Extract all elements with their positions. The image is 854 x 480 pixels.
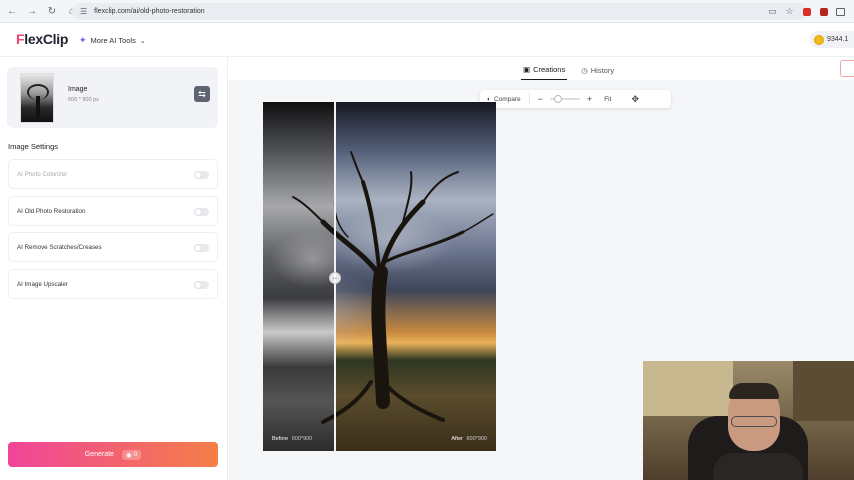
coin-icon [814, 34, 824, 45]
zoom-slider-knob[interactable] [553, 95, 562, 103]
compare-label: Compare [493, 95, 521, 103]
credits-value: 9344.1 [827, 36, 849, 43]
image-title: Image [68, 86, 88, 93]
credit-cost-icon: ◉ [125, 451, 132, 459]
view-tabs: ▣ Creations ◷ History [521, 62, 616, 80]
before-label-text: Before [272, 436, 289, 442]
flexclip-logo[interactable]: FlexClip [16, 31, 68, 47]
move-icon[interactable]: ✥ [631, 94, 639, 105]
setting-label: AI Photo Colorizer [17, 171, 68, 178]
credits-badge[interactable]: 9344.1 [810, 31, 854, 48]
extension-red-icon[interactable] [801, 6, 812, 17]
comparison-handle-icon[interactable]: ↔ [329, 272, 341, 284]
setting-ai-old-photo-restoration: AI Old Photo Restoration [8, 196, 218, 226]
webcam-overlay [643, 361, 854, 480]
toggle-switch[interactable] [194, 208, 209, 216]
setting-label: AI Image Upscaler [17, 281, 68, 288]
url-text: flexclip.com/ai/old-photo-restoration [94, 8, 205, 15]
install-icon[interactable]: ▭ [767, 6, 778, 17]
chevron-down-icon: ⌄ [139, 37, 146, 45]
zoom-slider[interactable] [549, 95, 580, 103]
image-settings-title: Image Settings [8, 142, 59, 151]
address-bar[interactable]: ☰ flexclip.com/ai/old-photo-restoration [72, 3, 808, 20]
site-settings-icon[interactable]: ☰ [80, 7, 87, 16]
after-dims: 600*900 [466, 436, 488, 442]
sparkle-icon: ✦ [79, 35, 87, 45]
fit-button[interactable]: Fit [604, 96, 611, 103]
setting-ai-image-upscaler: AI Image Upscaler [8, 269, 218, 299]
tab-label: History [590, 65, 615, 75]
setting-ai-remove-scratches: AI Remove Scratches/Creases [8, 232, 218, 262]
window-icon[interactable] [835, 6, 846, 17]
credit-cost-value: 0 [133, 451, 138, 458]
creations-icon: ▣ [523, 65, 531, 74]
tree-illustration [292, 151, 494, 424]
left-panel: Image 600 * 900 px ⇆ Image Settings AI P… [0, 57, 228, 480]
zoom-out-button[interactable]: − [538, 94, 543, 104]
zoom-in-button[interactable]: + [587, 94, 592, 104]
webcam-background-wall [793, 361, 854, 421]
back-icon[interactable]: ← [4, 3, 20, 19]
tab-creations[interactable]: ▣ Creations [521, 62, 568, 80]
image-card: Image 600 * 900 px ⇆ [7, 67, 218, 128]
after-label: After 600*900 [451, 436, 487, 442]
generate-button[interactable]: Generate ◉ 0 [8, 442, 218, 467]
preview-toolbar: ◐ Compare − + Fit ✥ [480, 90, 671, 108]
generate-label: Generate [84, 451, 114, 458]
star-icon[interactable]: ☆ [784, 6, 795, 17]
history-icon: ◷ [581, 65, 588, 75]
webcam-person-shirt [713, 453, 803, 480]
comparison-image[interactable]: ↔ Before 600*900 After 600*900 [263, 102, 496, 451]
webcam-person-glasses [731, 416, 777, 427]
before-dims: 600*900 [291, 436, 313, 442]
toggle-switch[interactable] [194, 281, 209, 289]
toggle-switch[interactable] [194, 171, 209, 179]
tab-history[interactable]: ◷ History [579, 62, 616, 80]
app-header: FlexClip ✦ More AI Tools ⌄ 9344.1 [0, 23, 854, 57]
forward-icon[interactable]: → [24, 3, 40, 19]
more-ai-tools-label: More AI Tools [90, 36, 136, 45]
toggle-switch[interactable] [194, 244, 209, 252]
image-thumbnail[interactable] [20, 73, 54, 123]
after-label-text: After [451, 436, 463, 442]
webcam-background-map [643, 361, 733, 416]
replace-image-icon: ⇆ [198, 88, 206, 99]
webcam-person-hair [729, 383, 779, 399]
extension-icon[interactable] [818, 6, 829, 17]
setting-label: AI Old Photo Restoration [17, 208, 86, 215]
image-size: 600 * 900 px [68, 97, 99, 103]
more-ai-tools-menu[interactable]: ✦ More AI Tools ⌄ [79, 35, 146, 46]
cost-pill: ◉ 0 [121, 449, 142, 460]
browser-toolbar: ← → ↻ ⌂ ☰ flexclip.com/ai/old-photo-rest… [0, 0, 854, 23]
reload-icon[interactable]: ↻ [44, 3, 60, 19]
setting-ai-photo-colorizer: AI Photo Colorizer [8, 159, 218, 189]
setting-label: AI Remove Scratches/Creases [17, 244, 102, 251]
side-action-button[interactable] [840, 60, 854, 77]
replace-image-button[interactable]: ⇆ [194, 86, 210, 102]
app-root: ← → ↻ ⌂ ☰ flexclip.com/ai/old-photo-rest… [0, 0, 854, 480]
tab-label: Creations [533, 65, 566, 74]
browser-actions: ▭ ☆ [767, 0, 846, 23]
before-label: Before 600*900 [272, 436, 312, 442]
